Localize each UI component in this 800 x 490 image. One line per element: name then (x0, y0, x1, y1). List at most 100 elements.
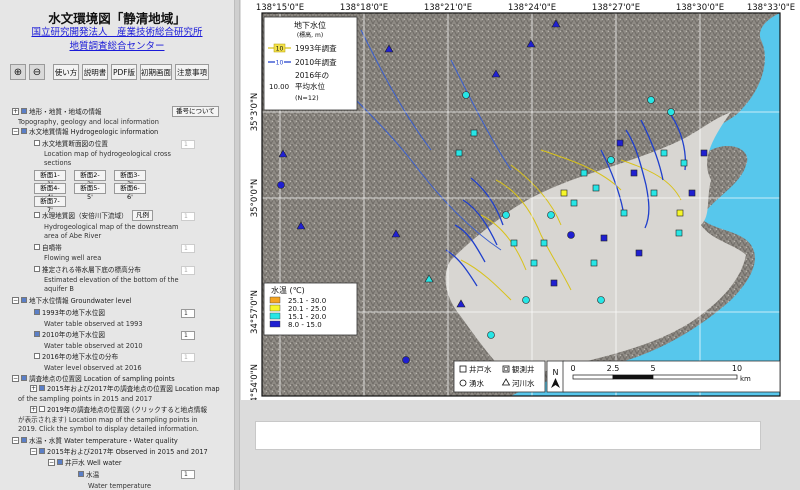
well-point[interactable] (590, 259, 598, 267)
section-button-7[interactable]: 断面7-7' (34, 196, 66, 214)
org-link-aist[interactable]: 国立研究開発法人 産業技術総合研究所 (0, 24, 234, 38)
well-point[interactable] (635, 249, 643, 257)
spring-point[interactable] (277, 181, 285, 189)
opacity-select[interactable]: 1 (181, 353, 195, 362)
checkbox-icon[interactable] (21, 437, 27, 443)
well-point[interactable] (675, 229, 683, 237)
checkbox-icon[interactable] (21, 128, 27, 134)
spring-point[interactable] (462, 91, 470, 99)
well-point[interactable] (592, 184, 600, 192)
notes-button[interactable]: 注意事項 (175, 64, 209, 80)
checkbox-icon[interactable] (78, 471, 84, 477)
well-point[interactable] (650, 189, 658, 197)
section-button-6[interactable]: 断面6-6' (114, 183, 146, 201)
section-button-3[interactable]: 断面3-3' (114, 170, 146, 188)
spring-point[interactable] (607, 156, 615, 164)
expand-icon[interactable]: + (12, 107, 19, 115)
layer-flowing[interactable]: 自噴帯 (34, 244, 62, 252)
usage-button[interactable]: 使い方 (53, 64, 79, 80)
checkbox-icon[interactable] (39, 406, 45, 412)
layer-gw2010[interactable]: 2010年の地下水位図 (34, 331, 105, 339)
expand-icon[interactable]: + (30, 405, 37, 413)
opacity-select[interactable]: 1 (181, 266, 195, 275)
map-canvas[interactable]: 138°15'0"E 138°18'0"E 138°21'0"E 138°24'… (241, 0, 800, 400)
collapse-icon[interactable]: − (12, 127, 19, 135)
layer-sampling1517[interactable]: +2015年および2017年の調査地点の位置図 Location map (30, 384, 220, 393)
zoom-out-icon[interactable]: ⊖ (29, 64, 45, 80)
checkbox-icon[interactable] (57, 459, 63, 465)
collapse-icon[interactable]: − (48, 458, 55, 466)
layer-well-water[interactable]: − 井戸水 Well water (48, 458, 122, 467)
number-info-button[interactable]: 番号について (172, 106, 219, 117)
layer-hydrogeo[interactable]: − 水文地質情報 Hydrogeologic information (12, 127, 158, 136)
layer-water-temp[interactable]: 水温 (78, 471, 99, 479)
well-point[interactable] (470, 129, 478, 137)
checkbox-icon[interactable] (34, 266, 40, 272)
well-point[interactable] (630, 169, 638, 177)
layer-sampling[interactable]: − 調査地点の位置図 Location of sampling points (12, 374, 175, 383)
spring-point[interactable] (487, 331, 495, 339)
layer-gw1993[interactable]: 1993年の地下水位図 (34, 309, 105, 317)
spring-point[interactable] (647, 96, 655, 104)
panel-splitter[interactable] (234, 0, 240, 490)
checkbox-icon[interactable] (34, 244, 40, 250)
spring-point[interactable] (522, 296, 530, 304)
well-point[interactable] (676, 209, 684, 217)
checkbox-icon[interactable] (39, 448, 45, 454)
spring-point[interactable] (547, 211, 555, 219)
checkbox-icon[interactable] (34, 331, 40, 337)
legend-button[interactable]: 凡例 (132, 210, 153, 221)
collapse-icon[interactable]: − (30, 447, 37, 455)
layer-sampling2019[interactable]: +2019年の調査地点の位置図 (クリックすると地点情報 (30, 405, 207, 414)
map-view[interactable]: 138°15'0"E 138°18'0"E 138°21'0"E 138°24'… (241, 0, 800, 400)
checkbox-icon[interactable] (21, 375, 27, 381)
layer-quality1517[interactable]: −2015年および2017年 Observed in 2015 and 2017 (30, 447, 208, 456)
layer-hydromap[interactable]: 水理地質図（安倍川下流域） (34, 212, 128, 220)
section-button-2[interactable]: 断面2-2' (74, 170, 106, 188)
checkbox-icon[interactable] (21, 108, 27, 114)
well-point[interactable] (660, 149, 668, 157)
checkbox-icon[interactable] (34, 212, 40, 218)
layer-quality[interactable]: − 水温・水質 Water temperature・Water quality (12, 436, 178, 445)
pdf-button[interactable]: PDF版 (111, 64, 137, 80)
well-point[interactable] (680, 159, 688, 167)
collapse-icon[interactable]: − (12, 296, 19, 304)
well-point[interactable] (600, 234, 608, 242)
checkbox-icon[interactable] (34, 309, 40, 315)
zoom-in-icon[interactable]: ⊕ (10, 64, 26, 80)
layer-gw2016[interactable]: 2016年の地下水位の分布 (34, 353, 118, 361)
section-button-5[interactable]: 断面5-5' (74, 183, 106, 201)
well-point[interactable] (540, 239, 548, 247)
well-point[interactable] (688, 189, 696, 197)
well-point[interactable] (530, 259, 538, 267)
collapse-icon[interactable]: − (12, 436, 19, 444)
checkbox-icon[interactable] (34, 140, 40, 146)
opacity-select[interactable]: 1 (181, 470, 195, 479)
section-button-4[interactable]: 断面4-4' (34, 183, 66, 201)
well-point[interactable] (616, 139, 624, 147)
opacity-select[interactable]: 1 (181, 244, 195, 253)
layer-gwlevel[interactable]: − 地下水位情報 Groundwater level (12, 296, 131, 305)
manual-button[interactable]: 説明書 (82, 64, 108, 80)
spring-point[interactable] (597, 296, 605, 304)
well-point[interactable] (560, 189, 568, 197)
collapse-icon[interactable]: − (12, 374, 19, 382)
checkbox-icon[interactable] (39, 385, 45, 391)
layer-geo-info[interactable]: + 地形・地質・地域の情報 (12, 107, 102, 116)
spring-point[interactable] (402, 356, 410, 364)
layer-sections[interactable]: 水文地質断面図の位置 (34, 140, 108, 148)
well-point[interactable] (455, 149, 463, 157)
opacity-select[interactable]: 1 (181, 309, 195, 318)
layer-aquifer[interactable]: 推定される帯水層下底の標高分布 (34, 266, 141, 274)
well-point[interactable] (550, 279, 558, 287)
section-button-1[interactable]: 断面1-1' (34, 170, 66, 188)
well-point[interactable] (700, 149, 708, 157)
spring-point[interactable] (567, 231, 575, 239)
well-point[interactable] (570, 199, 578, 207)
org-link-gsj[interactable]: 地質調査総合センター (0, 38, 234, 52)
well-point[interactable] (510, 239, 518, 247)
opacity-select[interactable]: 1 (181, 140, 195, 149)
checkbox-icon[interactable] (21, 297, 27, 303)
checkbox-icon[interactable] (34, 353, 40, 359)
well-point[interactable] (580, 169, 588, 177)
